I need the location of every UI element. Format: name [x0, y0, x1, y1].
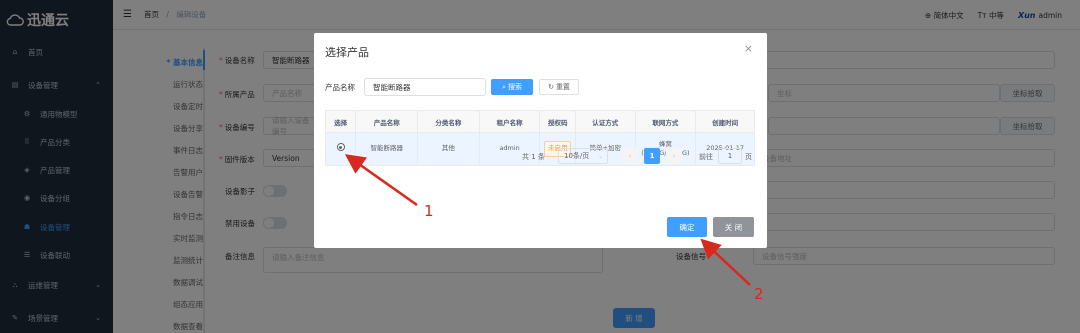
- annotation-arrows: [344, 154, 751, 286]
- annotation-label-1: 1: [424, 202, 434, 220]
- arrow-1: [344, 154, 418, 207]
- annotation-label-2: 2: [754, 285, 764, 303]
- arrow-2: [700, 238, 751, 286]
